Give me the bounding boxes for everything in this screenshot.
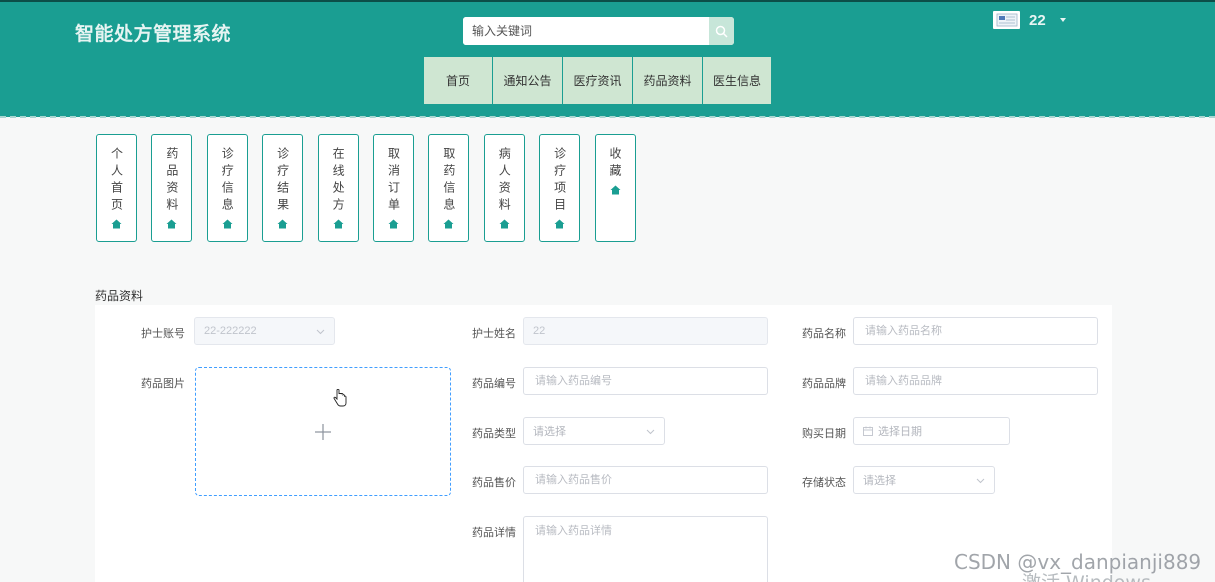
brand-title: 智能处方管理系统 — [75, 24, 232, 45]
drug-name-input[interactable] — [863, 324, 1097, 338]
chevron-down-icon — [976, 478, 985, 484]
nav-notices[interactable]: 通知公告 — [493, 57, 563, 104]
menu-item-cancel-order[interactable]: 取消订单 — [372, 134, 414, 242]
nurse-account-label: 护士账号 — [141, 328, 185, 340]
drug-name-field — [853, 317, 1098, 345]
drug-type-placeholder: 请选择 — [533, 426, 566, 438]
menu-item-label: 取药信息 — [441, 147, 456, 215]
menu-item-label: 药品资料 — [164, 147, 179, 215]
windows-activation-watermark: 激活 Windows — [1022, 568, 1151, 582]
drug-image-label: 药品图片 — [141, 378, 185, 390]
menu-item-label: 个人首页 — [109, 147, 124, 215]
drug-code-label: 药品编号 — [472, 378, 516, 390]
home-icon — [166, 219, 177, 229]
drug-code-input[interactable] — [533, 374, 767, 388]
menu-item-label: 取消订单 — [386, 147, 401, 215]
nav-medical-news[interactable]: 医疗资讯 — [563, 57, 633, 104]
image-upload[interactable] — [195, 367, 451, 496]
drug-price-field — [523, 466, 768, 494]
nav-drug-info[interactable]: 药品资料 — [633, 57, 703, 104]
nurse-name-label: 护士姓名 — [472, 328, 516, 340]
menu-item-drug-info[interactable]: 药品资料 — [151, 134, 193, 242]
menu-item-diagnosis-result[interactable]: 诊疗结果 — [262, 134, 304, 242]
avatar-image-icon — [996, 13, 1017, 27]
header-divider — [0, 116, 1215, 118]
search-input[interactable] — [463, 17, 709, 45]
home-icon — [610, 185, 621, 195]
storage-status-label: 存储状态 — [802, 477, 846, 489]
calendar-icon — [863, 426, 873, 436]
drug-type-label: 药品类型 — [472, 428, 516, 440]
menu-item-diagnosis-info[interactable]: 诊疗信息 — [206, 134, 248, 242]
nurse-account-value: 22-222222 — [204, 325, 257, 337]
menu-item-label: 在线处方 — [331, 147, 346, 215]
nurse-account-select: 22-222222 — [194, 317, 335, 345]
search-icon — [715, 25, 728, 38]
purchase-date-placeholder: 选择日期 — [878, 426, 922, 438]
home-icon — [333, 219, 344, 229]
home-icon — [554, 219, 565, 229]
username: 22 — [1029, 11, 1046, 29]
user-menu[interactable]: 22 — [993, 10, 1066, 30]
search-button[interactable] — [709, 17, 734, 45]
nurse-name-value: 22 — [533, 325, 546, 337]
search-box — [463, 17, 734, 45]
home-icon — [222, 219, 233, 229]
home-icon — [499, 219, 510, 229]
home-icon — [277, 219, 288, 229]
drug-brand-input[interactable] — [863, 374, 1097, 388]
drug-detail-textarea[interactable]: 请输入药品详情 — [523, 516, 768, 582]
menu-item-favorites[interactable]: 收藏 — [594, 134, 636, 242]
purchase-date-label: 购买日期 — [802, 428, 846, 440]
menu-item-label: 病人资料 — [497, 147, 512, 215]
nav-doctor-info[interactable]: 医生信息 — [703, 57, 771, 104]
menu-item-label: 诊疗信息 — [220, 147, 235, 215]
chevron-down-icon — [316, 329, 325, 335]
header: 智能处方管理系统 22 — [0, 0, 1215, 117]
app: 智能处方管理系统 22 — [0, 0, 1215, 582]
menu-item-pickup-info[interactable]: 取药信息 — [428, 134, 470, 242]
home-icon — [443, 219, 454, 229]
section-title: 药品资料 — [95, 289, 144, 303]
home-icon — [111, 219, 122, 229]
drug-price-label: 药品售价 — [472, 477, 516, 489]
drug-detail-placeholder: 请输入药品详情 — [535, 525, 612, 537]
menu-item-label: 收藏 — [608, 147, 623, 181]
side-menu: 个人首页 药品资料 诊疗信息 诊疗结果 在线处方 取消订单 取药信息 病人资料 — [96, 134, 650, 242]
drug-name-label: 药品名称 — [802, 328, 846, 340]
menu-item-patient-info[interactable]: 病人资料 — [483, 134, 525, 242]
chevron-down-icon — [646, 429, 655, 435]
drug-brand-label: 药品品牌 — [802, 378, 846, 390]
avatar — [993, 11, 1020, 29]
menu-item-label: 诊疗项目 — [552, 147, 567, 215]
drug-detail-label: 药品详情 — [472, 527, 516, 539]
nurse-name-field: 22 — [523, 317, 768, 345]
menu-item-diagnosis-project[interactable]: 诊疗项目 — [539, 134, 581, 242]
drug-code-field — [523, 367, 768, 395]
storage-status-placeholder: 请选择 — [863, 475, 896, 487]
top-nav: 首页 通知公告 医疗资讯 药品资料 医生信息 — [424, 57, 771, 104]
caret-down-icon — [1059, 18, 1066, 22]
drug-brand-field — [853, 367, 1098, 395]
hand-cursor-icon — [333, 389, 347, 407]
menu-item-profile[interactable]: 个人首页 — [96, 134, 137, 242]
storage-status-select[interactable]: 请选择 — [853, 466, 995, 494]
home-icon — [388, 219, 399, 229]
drug-price-input[interactable] — [533, 473, 767, 487]
menu-item-online-prescription[interactable]: 在线处方 — [317, 134, 359, 242]
plus-icon — [315, 423, 331, 440]
drug-type-select[interactable]: 请选择 — [523, 417, 665, 445]
purchase-date-picker[interactable]: 选择日期 — [853, 417, 1010, 445]
nav-home[interactable]: 首页 — [424, 57, 493, 104]
menu-item-label: 诊疗结果 — [275, 147, 290, 215]
